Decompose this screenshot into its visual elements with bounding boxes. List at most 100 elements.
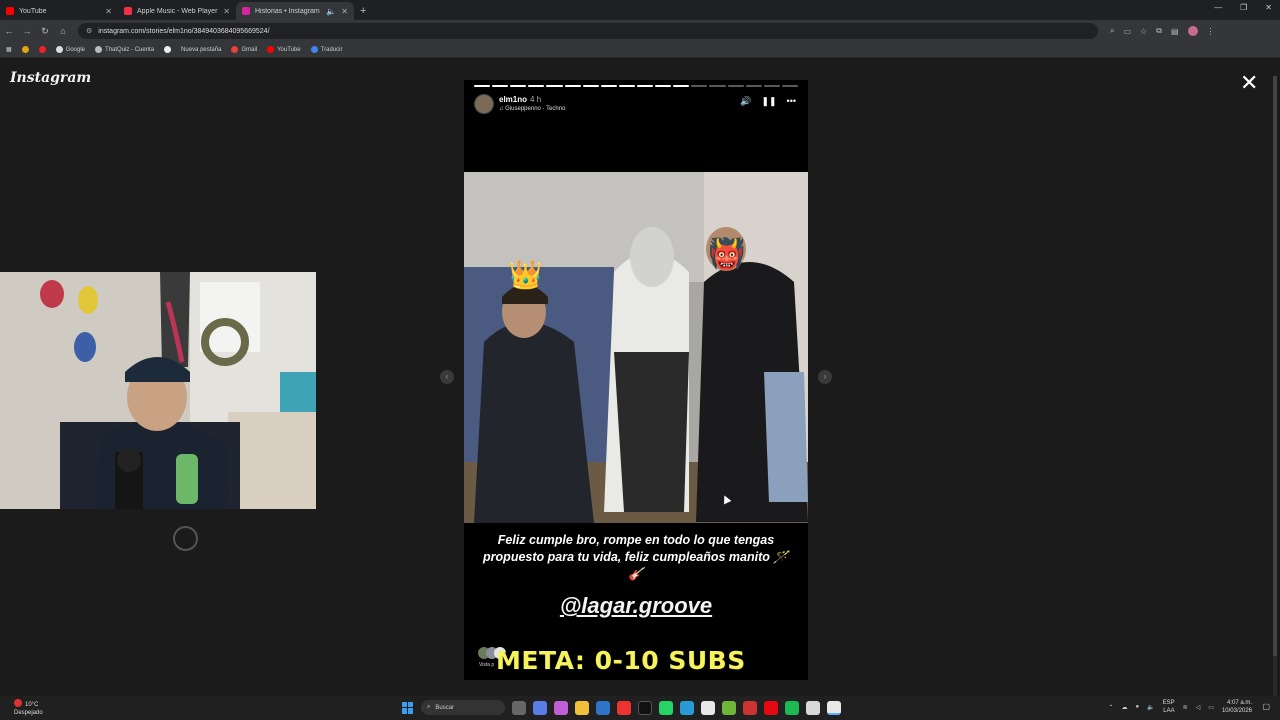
- windows-taskbar: 10°C Despejado ⌕ Buscar ⌃ ☁ ● 🔈 ESP LAA ≋ …: [0, 696, 1280, 720]
- close-window-icon[interactable]: ✕: [1265, 3, 1272, 12]
- bookmark-google[interactable]: Google: [55, 46, 85, 53]
- stream-goal-banner: META: 0-10 SUBS: [496, 646, 746, 675]
- bookmark-youtube[interactable]: YouTube: [267, 46, 301, 53]
- address-bar[interactable]: ⚙ instagram.com/stories/elm1no/384940368…: [78, 23, 1098, 39]
- story-progress-bar: [474, 85, 798, 87]
- weather-widget[interactable]: 10°C Despejado: [14, 699, 43, 717]
- reload-icon[interactable]: ↻: [36, 26, 54, 37]
- app-icon[interactable]: [743, 700, 757, 715]
- bookmark-new-tab[interactable]: Nueva pestaña: [181, 47, 221, 53]
- translate-icon: [310, 46, 318, 53]
- cast-icon[interactable]: ▭: [1123, 27, 1131, 36]
- menu-dots-icon[interactable]: ⋮: [1207, 27, 1215, 36]
- bookmark-item[interactable]: [164, 46, 172, 53]
- minimize-icon[interactable]: —: [1214, 3, 1222, 12]
- chevron-up-icon[interactable]: ⌃: [1108, 704, 1113, 711]
- home-icon[interactable]: ⌂: [54, 26, 72, 36]
- more-options-icon[interactable]: •••: [787, 96, 796, 107]
- story-music-label[interactable]: ♫ Giuseppenno · Techno: [499, 106, 565, 112]
- bookmark-gmail[interactable]: Gmail: [231, 46, 257, 53]
- speaker-icon[interactable]: 🔈: [1147, 704, 1154, 711]
- next-story-button[interactable]: ›: [818, 370, 832, 384]
- chrome-icon[interactable]: [806, 700, 820, 715]
- forward-icon[interactable]: →: [18, 26, 36, 36]
- progress-segment: [636, 85, 654, 87]
- scrollbar-thumb[interactable]: [1273, 76, 1277, 656]
- back-icon[interactable]: ←: [0, 26, 18, 36]
- spotify-icon[interactable]: [785, 700, 799, 715]
- tab-youtube[interactable]: YouTube ✕: [0, 2, 118, 20]
- pause-icon[interactable]: ❚❚: [761, 96, 776, 107]
- story-caption: Feliz cumple bro, rompe en todo lo que t…: [483, 533, 789, 581]
- progress-segment: [564, 85, 581, 87]
- app-icon[interactable]: [554, 700, 568, 715]
- youtube-icon[interactable]: [617, 700, 631, 715]
- search-icon: ⌕: [427, 704, 431, 710]
- profile-avatar[interactable]: [1187, 26, 1198, 36]
- windows-start-icon[interactable]: [402, 701, 414, 714]
- apple-music-icon: [124, 7, 132, 15]
- tab-instagram[interactable]: Historias • Instagram 🔈 ✕: [236, 2, 354, 20]
- bookmark-item[interactable]: [38, 46, 46, 53]
- close-tab-icon[interactable]: ✕: [341, 7, 348, 16]
- netflix-icon[interactable]: [764, 700, 778, 715]
- thatquiz-icon: [95, 46, 103, 53]
- seen-by-label[interactable]: Vista p: [479, 662, 494, 668]
- story-card[interactable]: elm1no 4 h ♫ Giuseppenno · Techno 🔊 ❚❚ ••…: [464, 80, 808, 680]
- tab-title: Historias • Instagram: [255, 7, 320, 15]
- previous-story-button[interactable]: ‹: [440, 370, 454, 384]
- progress-segment: [691, 85, 708, 87]
- copilot-icon[interactable]: [533, 700, 547, 715]
- site-info-icon[interactable]: ⚙: [86, 27, 92, 35]
- mic-icon[interactable]: ●: [1136, 704, 1140, 710]
- close-tab-icon[interactable]: ✕: [223, 7, 230, 16]
- bookmark-star-icon[interactable]: ☆: [1140, 27, 1147, 36]
- weather-desc: Despejado: [14, 710, 43, 716]
- bookmark-thatquiz[interactable]: ThatQuiz - Cuenta: [95, 46, 154, 53]
- bookmark-item[interactable]: [21, 46, 29, 53]
- tab-title: Apple Music - Web Player: [137, 7, 218, 15]
- cloud-icon[interactable]: ☁: [1122, 704, 1128, 711]
- zoom-icon[interactable]: ⌕: [1110, 26, 1114, 36]
- volume-icon[interactable]: 🔊: [740, 96, 751, 107]
- story-username[interactable]: elm1no 4 h: [499, 95, 541, 104]
- scrollbar[interactable]: [1273, 76, 1277, 696]
- battery-icon[interactable]: ▭: [1208, 704, 1214, 711]
- story-avatar[interactable]: [474, 94, 494, 114]
- progress-segment: [510, 85, 527, 87]
- new-tab-button[interactable]: +: [354, 2, 372, 20]
- webcam-overlay: [0, 272, 316, 509]
- bookmark-icon: [21, 46, 29, 53]
- bookmark-translate[interactable]: Traducir: [310, 46, 342, 53]
- app-icon[interactable]: [722, 700, 736, 715]
- chrome-icon: [164, 46, 172, 53]
- progress-segment: [618, 85, 635, 87]
- file-explorer-icon[interactable]: [575, 700, 589, 715]
- restore-icon[interactable]: ❐: [1240, 3, 1247, 12]
- language-indicator[interactable]: ESP LAA: [1163, 699, 1175, 715]
- google-icon: [55, 46, 63, 53]
- chrome-icon[interactable]: [701, 700, 715, 715]
- bookmark-label: YouTube: [277, 46, 301, 53]
- volume-icon[interactable]: ◁: [1196, 704, 1201, 711]
- wifi-icon[interactable]: ≋: [1183, 704, 1188, 711]
- edge-icon[interactable]: [680, 700, 694, 715]
- instagram-logo[interactable]: Instagram: [10, 70, 91, 86]
- close-tab-icon[interactable]: ✕: [105, 7, 112, 16]
- store-icon[interactable]: [596, 700, 610, 715]
- tiktok-icon[interactable]: [638, 700, 652, 715]
- task-view-icon[interactable]: [512, 700, 526, 715]
- extensions-icon[interactable]: ⧉: [1156, 26, 1162, 36]
- notifications-icon[interactable]: ▢: [1262, 702, 1270, 711]
- close-icon[interactable]: ✕: [1240, 72, 1258, 94]
- sidebar-icon[interactable]: ▤: [1171, 27, 1179, 36]
- apps-grid-icon[interactable]: ▦: [6, 46, 12, 53]
- speaker-icon[interactable]: 🔈: [326, 7, 336, 16]
- whatsapp-icon[interactable]: [659, 700, 673, 715]
- clock[interactable]: 4:07 a.m. 10/03/2026: [1222, 699, 1252, 715]
- chrome-active-icon[interactable]: [827, 700, 841, 715]
- taskbar-search[interactable]: ⌕ Buscar: [421, 700, 505, 715]
- tab-apple-music[interactable]: Apple Music - Web Player ✕: [118, 2, 236, 20]
- url-text: instagram.com/stories/elm1no/38494036840…: [98, 27, 270, 35]
- story-mention-link[interactable]: @lagar.groove: [464, 593, 808, 619]
